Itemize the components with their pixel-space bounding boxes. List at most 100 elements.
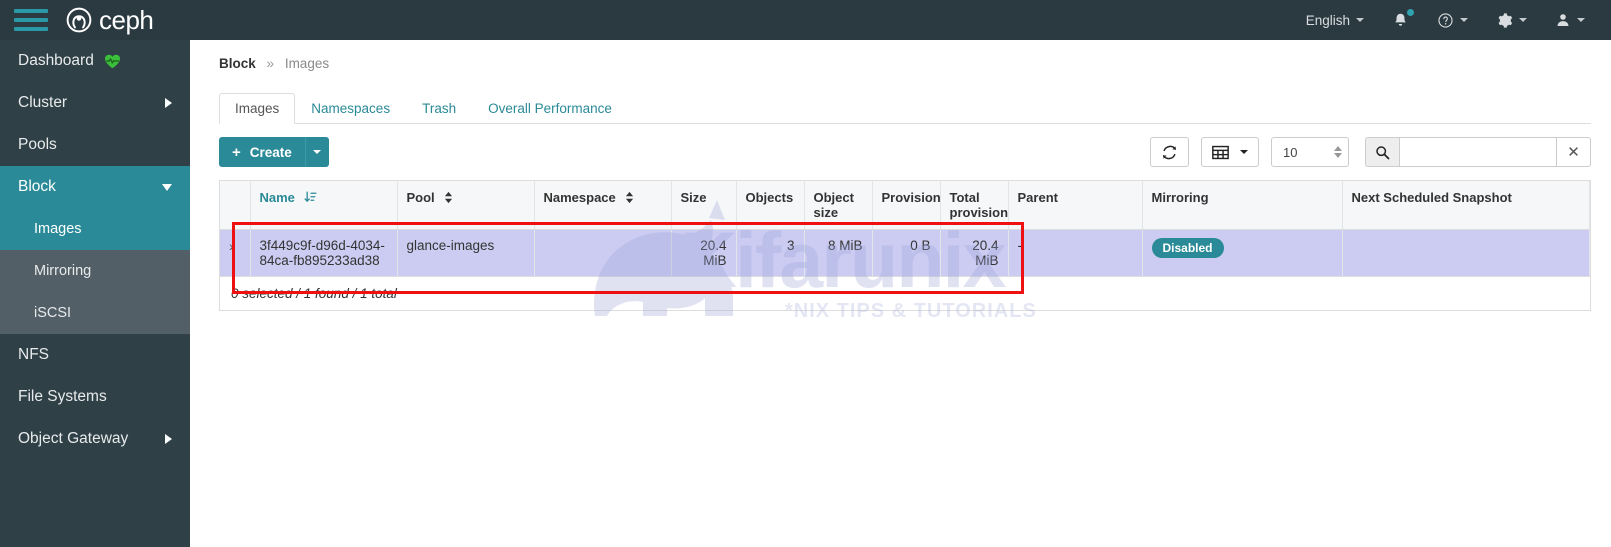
cell-parent: - <box>1008 230 1142 277</box>
top-navbar: ceph English <box>0 0 1611 40</box>
cell-size: 20.4 MiB <box>671 230 736 277</box>
brand-logo-link[interactable]: ceph <box>66 5 153 36</box>
ceph-dashboard-page: ceph English <box>0 0 1611 547</box>
caret-down-icon <box>1240 150 1248 154</box>
table-toolbar: + Create <box>219 124 1591 180</box>
breadcrumb-item-images: Images <box>285 56 329 71</box>
hamburger-menu-icon[interactable] <box>14 9 48 31</box>
search-input[interactable] <box>1399 137 1557 167</box>
images-table: NamePoolNamespaceSizeObjectsObject sizeP… <box>219 180 1591 311</box>
table-row[interactable]: › 3f449c9f-d96d-4034-84ca-fb895233ad38gla… <box>220 230 1590 277</box>
column-header-size[interactable]: Size <box>671 181 736 230</box>
sidebar-item-iscsi[interactable]: iSCSI <box>0 292 190 334</box>
tab-namespaces[interactable]: Namespaces <box>295 93 406 124</box>
language-selector[interactable]: English <box>1292 0 1378 40</box>
search-icon <box>1375 145 1390 160</box>
sidebar-item-label: Cluster <box>18 94 67 112</box>
column-header-provisioned[interactable]: Provisioned <box>872 181 940 230</box>
column-header-label: Pool <box>407 190 435 205</box>
stepper-up-icon[interactable] <box>1334 146 1342 151</box>
cell-pool: glance-images <box>397 230 534 277</box>
sidebar-item-file-systems[interactable]: File Systems <box>0 376 190 418</box>
main-content: Block » Images ImagesNamespacesTrashOver… <box>190 40 1611 547</box>
table-columns-icon <box>1212 145 1229 160</box>
column-header-object-size[interactable]: Object size <box>804 181 872 230</box>
tab-trash[interactable]: Trash <box>406 93 472 124</box>
sidebar-item-cluster[interactable]: Cluster <box>0 82 190 124</box>
refresh-button[interactable] <box>1150 137 1189 167</box>
cell-objects: 3 <box>736 230 804 277</box>
column-header-label: Parent <box>1018 190 1058 205</box>
sidebar-navigation: Dashboard Cluster PoolsBlockImagesMirrorin… <box>0 40 190 547</box>
stepper-down-icon[interactable] <box>1334 153 1342 158</box>
chevron-down-icon <box>1577 18 1585 22</box>
create-button[interactable]: + Create <box>219 137 305 167</box>
breadcrumb-item-block[interactable]: Block <box>219 56 256 71</box>
column-header-label: Mirroring <box>1152 190 1209 205</box>
notifications-button[interactable] <box>1378 0 1423 40</box>
tab-images[interactable]: Images <box>219 93 295 124</box>
search-icon-addon <box>1365 137 1399 167</box>
chevron-down-icon <box>1460 18 1468 22</box>
sort-ascending-icon[interactable] <box>304 191 317 207</box>
column-header-name[interactable]: Name <box>250 181 397 230</box>
cell-object-size: 8 MiB <box>804 230 872 277</box>
sidebar-item-label: NFS <box>18 346 49 364</box>
column-header-label: Namespace <box>544 190 616 205</box>
stepper-arrows[interactable] <box>1334 146 1342 158</box>
column-header-label: Objects <box>746 190 794 205</box>
sort-toggle-icon[interactable] <box>625 191 634 207</box>
cell-mirroring: Disabled <box>1142 230 1342 277</box>
language-label: English <box>1306 13 1350 28</box>
ceph-logo-icon <box>66 7 92 33</box>
help-circle-icon <box>1437 12 1454 29</box>
tab-overall-performance[interactable]: Overall Performance <box>472 93 628 124</box>
breadcrumb-separator-icon: » <box>267 56 275 71</box>
column-selector-button[interactable] <box>1201 137 1259 167</box>
search-clear-button[interactable]: ✕ <box>1557 137 1591 167</box>
sidebar-item-block[interactable]: Block <box>0 166 190 208</box>
chevron-right-icon[interactable]: › <box>229 238 234 254</box>
column-header-label: Name <box>260 190 295 205</box>
column-header-select <box>220 181 250 230</box>
cell-provisioned: 0 B <box>872 230 940 277</box>
column-header-label: Next Scheduled Snapshot <box>1352 190 1512 205</box>
images-panel: + Create <box>219 124 1591 311</box>
user-menu[interactable] <box>1541 0 1599 40</box>
chevron-down-icon <box>162 184 172 191</box>
sidebar-item-mirroring[interactable]: Mirroring <box>0 250 190 292</box>
column-header-mirroring[interactable]: Mirroring <box>1142 181 1342 230</box>
topbar-actions: English <box>1292 0 1611 40</box>
column-header-namespace[interactable]: Namespace <box>534 181 671 230</box>
sidebar-item-object-gateway[interactable]: Object Gateway <box>0 418 190 460</box>
create-dropdown-toggle[interactable] <box>305 137 329 167</box>
sidebar-item-pools[interactable]: Pools <box>0 124 190 166</box>
sidebar-item-nfs[interactable]: NFS <box>0 334 190 376</box>
row-expand-cell[interactable]: › <box>220 230 250 277</box>
settings-menu[interactable] <box>1482 0 1541 40</box>
cell-namespace <box>534 230 671 277</box>
column-header-label: Size <box>681 190 707 205</box>
column-header-parent[interactable]: Parent <box>1008 181 1142 230</box>
help-menu[interactable] <box>1423 0 1482 40</box>
caret-down-icon <box>313 150 321 154</box>
gear-icon <box>1496 12 1513 29</box>
column-header-next-scheduled-snapshot[interactable]: Next Scheduled Snapshot <box>1342 181 1590 230</box>
column-header-objects[interactable]: Objects <box>736 181 804 230</box>
column-header-total-provisioned[interactable]: Total provisioned <box>940 181 1008 230</box>
images-grid: NamePoolNamespaceSizeObjectsObject sizeP… <box>220 181 1590 276</box>
page-limit-input[interactable] <box>1281 144 1327 161</box>
breadcrumb: Block » Images <box>219 56 1591 71</box>
table-header: NamePoolNamespaceSizeObjectsObject sizeP… <box>220 181 1590 230</box>
table-status-footer: 0 selected / 1 found / 1 total <box>220 276 1590 310</box>
sort-toggle-icon[interactable] <box>444 191 453 207</box>
notification-badge <box>1407 9 1414 16</box>
table-header-row: NamePoolNamespaceSizeObjectsObject sizeP… <box>220 181 1590 230</box>
page-limit-stepper[interactable] <box>1271 137 1349 167</box>
refresh-icon <box>1161 144 1178 161</box>
column-header-pool[interactable]: Pool <box>397 181 534 230</box>
sidebar-item-images[interactable]: Images <box>0 208 190 250</box>
cell-name: 3f449c9f-d96d-4034-84ca-fb895233ad38 <box>250 230 397 277</box>
sidebar-item-dashboard[interactable]: Dashboard <box>0 40 190 82</box>
sidebar-item-label: Object Gateway <box>18 430 128 448</box>
